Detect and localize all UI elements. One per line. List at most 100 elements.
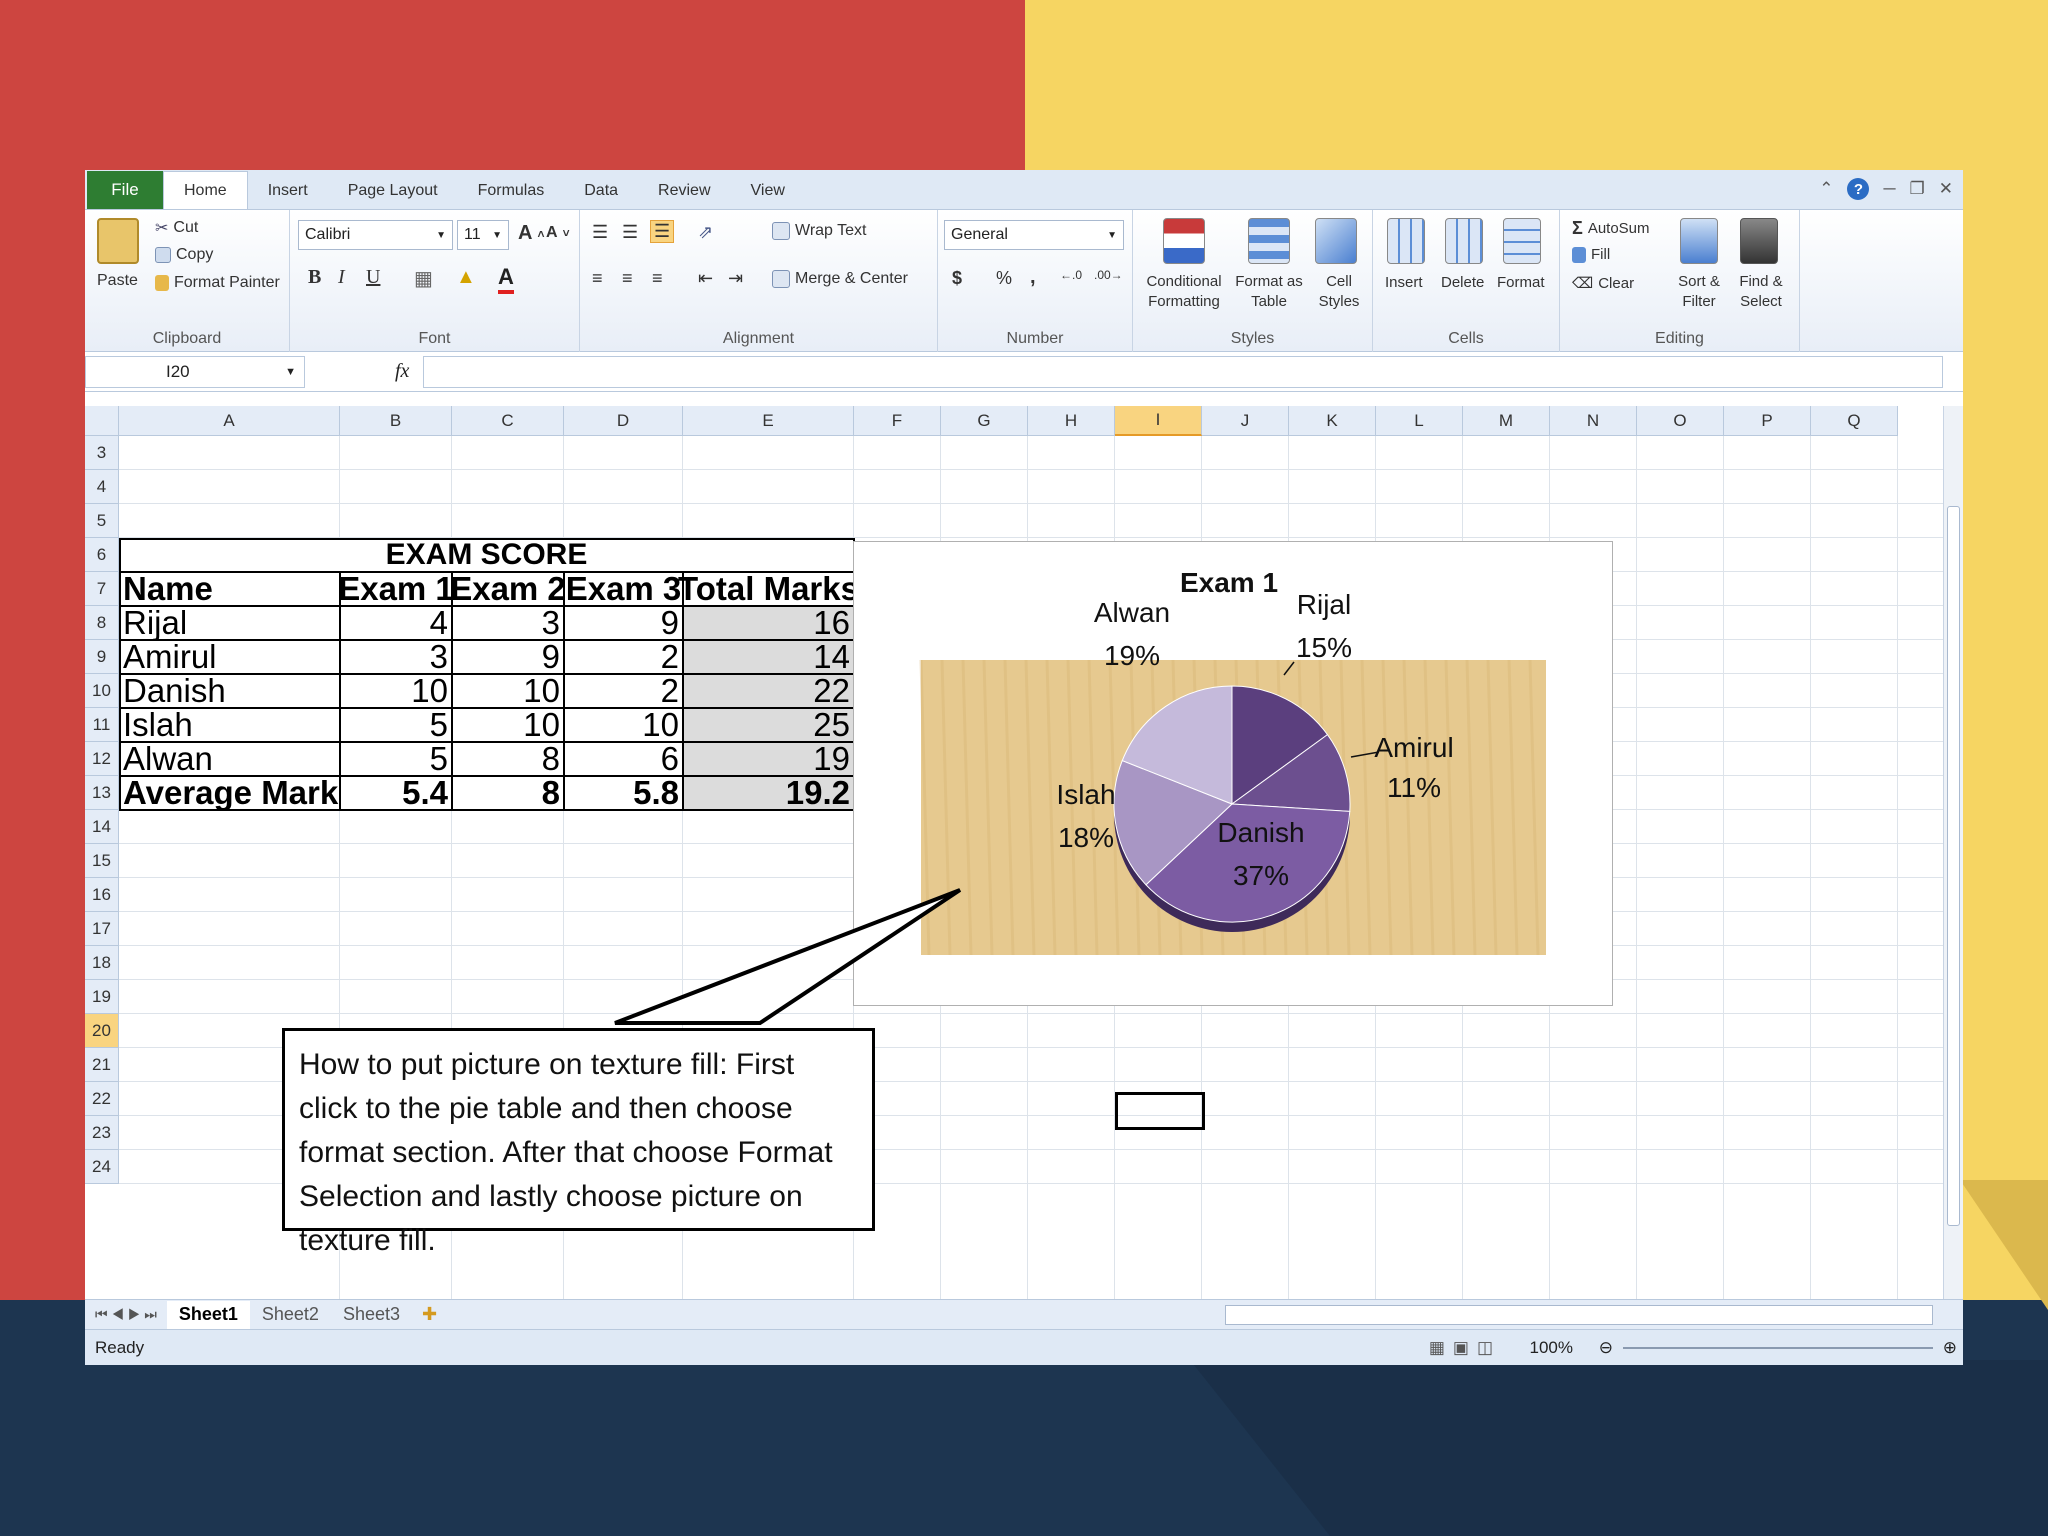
- underline-button[interactable]: U: [366, 266, 380, 289]
- find-select-button[interactable]: Find & Select: [1732, 272, 1790, 312]
- dropdown-arrow-icon: ▼: [285, 366, 296, 378]
- insert-cells-icon[interactable]: [1387, 218, 1425, 264]
- styles-group: Conditional Formatting Format as Table C…: [1133, 210, 1373, 352]
- paste-icon[interactable]: [97, 218, 139, 264]
- tab-home[interactable]: Home: [163, 171, 248, 209]
- collapse-ribbon-icon[interactable]: ⌃: [1819, 179, 1833, 199]
- fill-button[interactable]: Fill: [1572, 246, 1610, 263]
- currency-button[interactable]: $: [952, 268, 962, 289]
- comma-button[interactable]: ,: [1030, 266, 1036, 289]
- bold-button[interactable]: B: [308, 266, 321, 289]
- brush-icon: [155, 275, 169, 291]
- binoculars-icon[interactable]: [1740, 218, 1778, 264]
- tab-page-layout[interactable]: Page Layout: [328, 173, 458, 209]
- minimize-icon[interactable]: ─: [1883, 179, 1895, 199]
- close-icon[interactable]: ✕: [1939, 179, 1953, 199]
- align-bottom-icon[interactable]: ☰: [650, 220, 675, 243]
- merge-center-label: Merge & Center: [795, 270, 908, 287]
- zoom-level: 100%: [1529, 1337, 1573, 1357]
- clipboard-group-label: Clipboard: [152, 330, 222, 347]
- clear-button[interactable]: ⌫ Clear: [1572, 274, 1635, 293]
- sheet-tab-2[interactable]: Sheet2: [250, 1301, 331, 1329]
- format-painter-button[interactable]: Format Painter: [155, 274, 280, 292]
- number-format-value: General: [951, 226, 1008, 243]
- sort-filter-icon[interactable]: [1680, 218, 1718, 264]
- tab-formulas[interactable]: Formulas: [458, 173, 565, 209]
- format-cells-icon[interactable]: [1503, 218, 1541, 264]
- vertical-scrollbar[interactable]: [1943, 406, 1963, 1299]
- name-box[interactable]: I20 ▼: [85, 356, 305, 388]
- number-format-select[interactable]: General ▼: [944, 220, 1124, 250]
- format-cells-button[interactable]: Format: [1497, 274, 1545, 291]
- borders-icon[interactable]: ▦: [414, 266, 433, 291]
- conditional-formatting-button[interactable]: Conditional Formatting: [1139, 272, 1229, 312]
- font-size-select[interactable]: 11 ▼: [457, 220, 509, 250]
- cell-styles-icon[interactable]: [1315, 218, 1357, 264]
- page-break-view-icon[interactable]: ◫: [1477, 1338, 1493, 1358]
- delete-cells-button[interactable]: Delete: [1441, 274, 1484, 291]
- vertical-scroll-thumb[interactable]: [1947, 506, 1960, 1226]
- editing-group-label: Editing: [1655, 330, 1704, 347]
- font-group: Calibri ▼ 11 ▼ A ˄ A ˅ B I U ▦ ▲ A Font: [290, 210, 580, 352]
- spreadsheet-grid[interactable]: ABCDEFGHIJKLMNOPQ 3 4 5 6 7 8 9 10 11 12 13 14 15 16 1…: [85, 406, 1963, 1299]
- insert-sheet-icon[interactable]: ✚: [412, 1304, 447, 1325]
- delete-cells-icon[interactable]: [1445, 218, 1483, 264]
- cut-button[interactable]: ✂ Cut: [155, 218, 198, 238]
- restore-icon[interactable]: ❐: [1910, 179, 1925, 199]
- horizontal-scrollbar[interactable]: [1225, 1305, 1933, 1325]
- wrap-text-button[interactable]: Wrap Text: [772, 222, 866, 240]
- shrink-font-icon[interactable]: A ˅: [546, 224, 570, 242]
- callout-arrow-shape: [614, 888, 962, 1025]
- format-painter-label: Format Painter: [174, 274, 280, 291]
- tab-file[interactable]: File: [87, 171, 163, 209]
- autosum-button[interactable]: Σ AutoSum: [1572, 218, 1650, 239]
- conditional-formatting-icon[interactable]: [1163, 218, 1205, 264]
- copy-button[interactable]: Copy: [155, 246, 213, 264]
- help-icon[interactable]: ?: [1847, 178, 1870, 200]
- tab-insert[interactable]: Insert: [248, 173, 328, 209]
- sheet-tab-1[interactable]: Sheet1: [166, 1300, 250, 1329]
- sheet-tab-3[interactable]: Sheet3: [331, 1301, 412, 1329]
- grow-font-icon[interactable]: A ˄: [518, 222, 544, 245]
- active-cell-I20[interactable]: [1115, 1092, 1205, 1130]
- autosum-label: AutoSum: [1587, 220, 1650, 237]
- increase-indent-icon[interactable]: ⇥: [728, 268, 743, 289]
- tab-data[interactable]: Data: [564, 173, 638, 209]
- paste-button[interactable]: Paste: [97, 272, 138, 290]
- normal-view-icon[interactable]: ▦: [1429, 1338, 1445, 1358]
- format-as-table-button[interactable]: Format as Table: [1229, 272, 1309, 312]
- align-top-icon[interactable]: ☰: [592, 222, 608, 243]
- tab-review[interactable]: Review: [638, 173, 730, 209]
- sort-filter-button[interactable]: Sort & Filter: [1672, 272, 1726, 312]
- fill-color-icon[interactable]: ▲: [456, 266, 476, 289]
- eraser-icon: ⌫: [1572, 275, 1594, 292]
- insert-function-icon[interactable]: fx: [395, 360, 409, 383]
- orientation-icon[interactable]: ⇗: [698, 222, 713, 243]
- align-middle-icon[interactable]: ☰: [622, 222, 638, 243]
- font-color-icon[interactable]: A: [498, 264, 514, 294]
- name-box-value: I20: [166, 362, 190, 381]
- increase-decimal-icon[interactable]: ←.0: [1060, 268, 1082, 282]
- decrease-decimal-icon[interactable]: .00→: [1094, 268, 1123, 282]
- formula-input[interactable]: [423, 356, 1943, 388]
- ribbon-home: Paste ✂ Cut Copy Format Painter Clipboard…: [85, 210, 1963, 352]
- page-layout-view-icon[interactable]: ▣: [1453, 1338, 1469, 1358]
- italic-button[interactable]: I: [338, 266, 345, 289]
- cell-styles-button[interactable]: Cell Styles: [1313, 272, 1365, 312]
- merge-center-button[interactable]: Merge & Center: [772, 270, 908, 288]
- decrease-indent-icon[interactable]: ⇤: [698, 268, 713, 289]
- align-right-icon[interactable]: ≡: [652, 268, 663, 289]
- align-left-icon[interactable]: ≡: [592, 268, 603, 289]
- zoom-in-icon[interactable]: ⊕: [1943, 1338, 1957, 1358]
- zoom-out-icon[interactable]: ⊖: [1599, 1338, 1613, 1358]
- font-name-select[interactable]: Calibri ▼: [298, 220, 453, 250]
- format-as-table-icon[interactable]: [1248, 218, 1290, 264]
- align-center-icon[interactable]: ≡: [622, 268, 633, 289]
- insert-cells-button[interactable]: Insert: [1385, 274, 1423, 291]
- clear-label: Clear: [1598, 274, 1635, 292]
- tab-view[interactable]: View: [731, 173, 805, 209]
- callout-box: How to put picture on texture fill: Firs…: [282, 1028, 875, 1257]
- percent-button[interactable]: %: [996, 268, 1012, 289]
- zoom-slider[interactable]: [1623, 1347, 1933, 1349]
- sheet-nav-icon[interactable]: ⏮ ◀ ▶ ⏭: [85, 1306, 167, 1323]
